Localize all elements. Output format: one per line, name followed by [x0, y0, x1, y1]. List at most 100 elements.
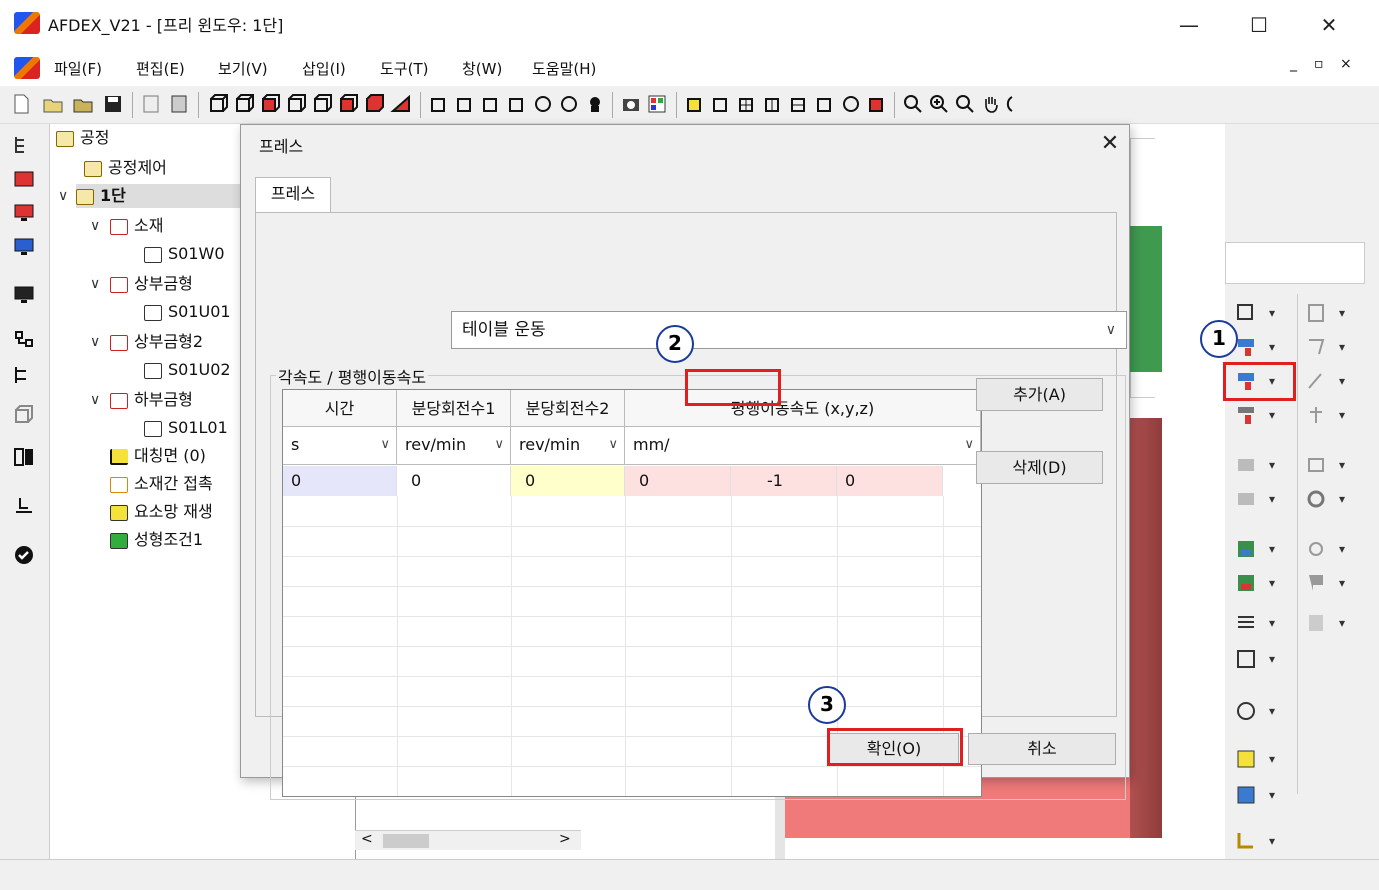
zoom-window-icon[interactable]: [954, 93, 976, 115]
menu-help[interactable]: 도움말(H): [532, 58, 596, 79]
cancel-button[interactable]: 취소: [968, 733, 1116, 765]
refresh-icon[interactable]: [840, 93, 862, 115]
monitor-red-icon[interactable]: [12, 202, 36, 224]
tree-item-forming-condition[interactable]: 성형조건1: [110, 528, 203, 552]
delete-button[interactable]: 삭제(D): [976, 451, 1103, 484]
tree-item-remesh[interactable]: 요소망 재생: [110, 500, 213, 524]
green-die-object[interactable]: [1130, 226, 1162, 372]
hidden-line-icon[interactable]: [814, 93, 836, 115]
zoom-in-icon[interactable]: [928, 93, 950, 115]
view-persp-icon[interactable]: [390, 93, 412, 115]
menu-window[interactable]: 창(W): [462, 58, 502, 79]
section-icon[interactable]: [866, 93, 888, 115]
mesh-icon[interactable]: [736, 93, 758, 115]
rotate-z-icon[interactable]: [480, 93, 502, 115]
new-file-icon[interactable]: [10, 93, 32, 115]
gray-tool5-icon[interactable]: [1305, 538, 1335, 560]
unit-select-translation[interactable]: mm/∨: [625, 427, 981, 465]
view-person-icon[interactable]: [584, 93, 606, 115]
chevron-down-icon[interactable]: ∨: [58, 188, 68, 204]
rotate-y-icon[interactable]: [454, 93, 476, 115]
chevron-down-icon[interactable]: ∨: [90, 276, 100, 292]
scroll-thumb[interactable]: [383, 834, 429, 848]
tree-item-material[interactable]: 소재: [110, 214, 163, 238]
add-button[interactable]: 추가(A): [976, 378, 1103, 411]
export-result-icon[interactable]: [12, 494, 36, 516]
tree-structure-icon[interactable]: [12, 328, 36, 350]
red-die-side[interactable]: [1130, 418, 1162, 838]
preprocess-icon[interactable]: [12, 168, 36, 190]
scroll-left-button[interactable]: <: [361, 831, 373, 847]
mdi-close-button[interactable]: ×: [1340, 56, 1352, 72]
gray-tool2-icon[interactable]: [1235, 488, 1265, 510]
chevron-down-icon[interactable]: ∨: [90, 218, 100, 234]
chevron-down-icon[interactable]: ∨: [90, 392, 100, 408]
cell-time[interactable]: 0: [283, 466, 397, 496]
rotate-view-icon[interactable]: [1006, 93, 1028, 115]
gray-tool-icon[interactable]: [1235, 454, 1265, 476]
unit-select-rpm2[interactable]: rev/min ∨: [511, 427, 625, 465]
export-icon[interactable]: [168, 93, 190, 115]
material-setup-icon[interactable]: [1235, 302, 1265, 324]
pin-icon[interactable]: [1305, 404, 1335, 426]
ring-icon[interactable]: [1305, 488, 1335, 510]
hierarchy-icon[interactable]: [12, 364, 36, 386]
horizontal-scrollbar[interactable]: < >: [355, 830, 581, 850]
cube-tool2-icon[interactable]: [1235, 784, 1265, 806]
cube-tool-icon[interactable]: [1235, 748, 1265, 770]
gray-fixture-icon[interactable]: [1305, 302, 1335, 324]
cell-vx[interactable]: 0: [625, 466, 731, 496]
fl-tool-icon[interactable]: [1235, 700, 1265, 722]
minimize-button[interactable]: —: [1166, 6, 1212, 44]
rotate-cw-icon[interactable]: [532, 93, 554, 115]
mesh3-icon[interactable]: [788, 93, 810, 115]
cih-tool-icon[interactable]: [1235, 572, 1265, 594]
view-iso-icon[interactable]: [364, 93, 386, 115]
flag-icon[interactable]: [1305, 572, 1335, 594]
tree-item-s01l01[interactable]: S01L01: [144, 416, 228, 440]
unit-select-rpm1[interactable]: rev/min ∨: [397, 427, 511, 465]
wl-tool-icon[interactable]: [1235, 648, 1265, 670]
tree-root-process[interactable]: 공정: [56, 126, 109, 150]
pen-icon[interactable]: [1305, 370, 1335, 392]
check-icon[interactable]: [12, 544, 36, 566]
menu-insert[interactable]: 삽입(I): [302, 58, 346, 79]
menu-view[interactable]: 보기(V): [218, 58, 268, 79]
menu-tools[interactable]: 도구(T): [380, 58, 428, 79]
pan-hand-icon[interactable]: [980, 93, 1002, 115]
camera-icon[interactable]: [620, 93, 642, 115]
press-setup-icon[interactable]: [1235, 404, 1265, 426]
upper-die-setup-icon[interactable]: [1235, 336, 1265, 358]
tree-item-s01u01[interactable]: S01U01: [144, 300, 231, 324]
tree-item-s01u02[interactable]: S01U02: [144, 358, 231, 382]
scroll-right-button[interactable]: >: [559, 831, 571, 847]
tree-item-upper-die2[interactable]: 상부금형2: [110, 330, 203, 354]
save-icon[interactable]: [102, 93, 124, 115]
wireframe-icon[interactable]: [710, 93, 732, 115]
dbl-tool-icon[interactable]: [1235, 538, 1265, 560]
dialog-close-button[interactable]: ✕: [1093, 127, 1127, 161]
view-cube-back-icon[interactable]: [234, 93, 256, 115]
tree-item-process-control[interactable]: 공정제어: [84, 156, 167, 180]
solid-yellow-icon[interactable]: [684, 93, 706, 115]
cell-rpm1[interactable]: 0: [397, 466, 511, 496]
view-cube-left-icon[interactable]: [312, 93, 334, 115]
tree-item-upper-die[interactable]: 상부금형: [110, 272, 193, 296]
palette-icon[interactable]: [646, 93, 668, 115]
rotate-ccw-icon[interactable]: [558, 93, 580, 115]
app-menu-icon[interactable]: [14, 57, 40, 79]
l-tool-icon[interactable]: [1235, 830, 1265, 852]
spring-tool-icon[interactable]: [1235, 612, 1265, 634]
compare-icon[interactable]: [12, 446, 36, 468]
rotate-free-icon[interactable]: [506, 93, 528, 115]
import-icon[interactable]: [140, 93, 162, 115]
menu-file[interactable]: 파일(F): [54, 58, 102, 79]
tree-item-contact[interactable]: 소재간 접촉: [110, 472, 213, 496]
cube-gray-icon[interactable]: [12, 404, 36, 426]
tab-press[interactable]: 프레스: [255, 177, 331, 213]
tree-item-lower-die[interactable]: 하부금형: [110, 388, 193, 412]
cell-rpm2[interactable]: 0: [511, 466, 625, 496]
view-cube-bottom-icon[interactable]: [286, 93, 308, 115]
view-cube-top-icon[interactable]: [260, 93, 282, 115]
gray-tool4-icon[interactable]: [1305, 454, 1335, 476]
